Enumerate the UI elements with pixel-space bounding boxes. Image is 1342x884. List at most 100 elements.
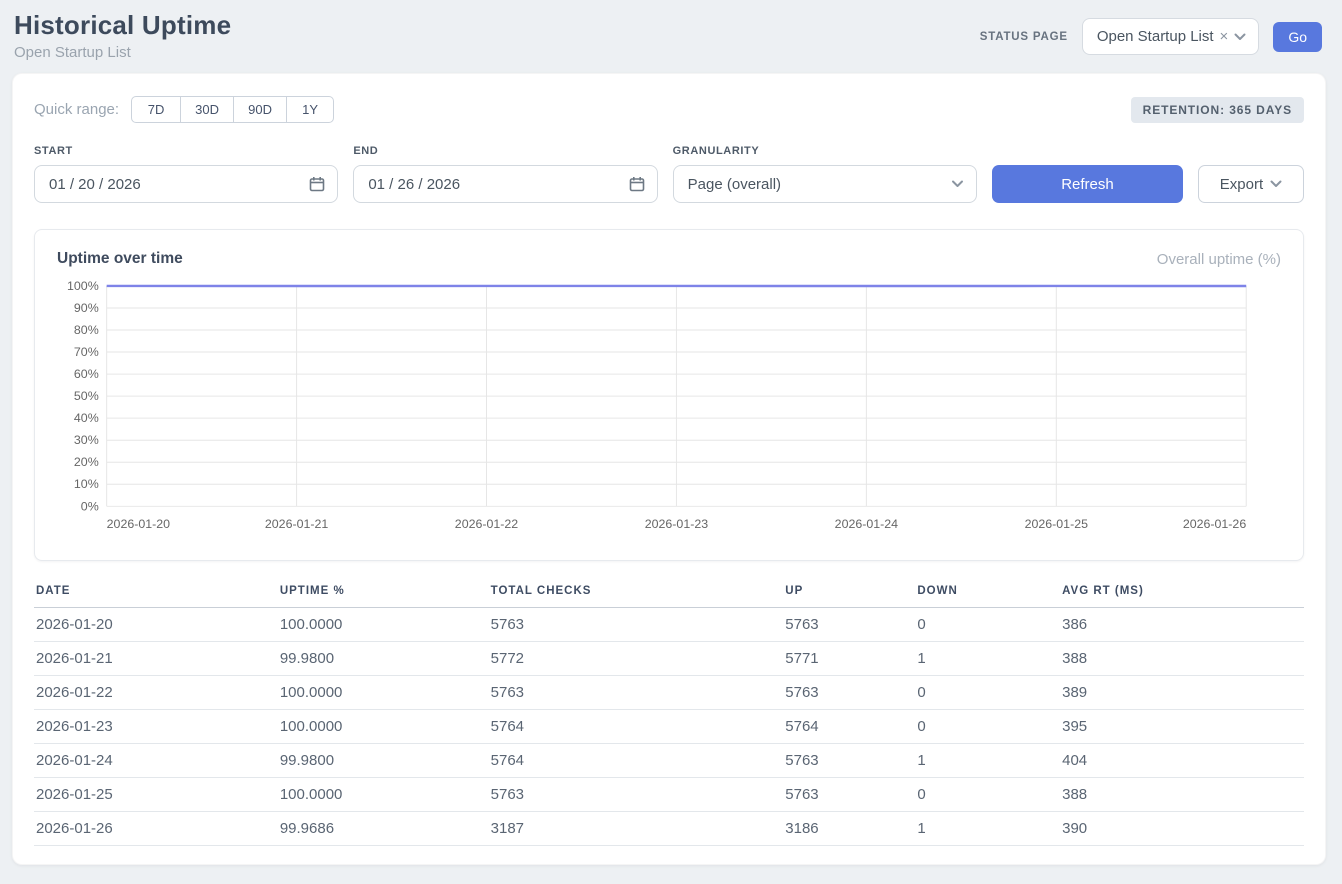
table-cell: 100.0000 [278, 710, 489, 744]
column-header: DATE [34, 585, 278, 608]
table-cell: 2026-01-20 [34, 608, 278, 642]
chevron-down-icon [951, 180, 964, 188]
y-tick-label: 20% [74, 455, 99, 469]
chevron-down-icon [1234, 33, 1246, 41]
y-tick-label: 40% [74, 411, 99, 425]
quick-range-1y[interactable]: 1Y [286, 96, 334, 123]
refresh-button[interactable]: Refresh [992, 165, 1183, 203]
table-cell: 100.0000 [278, 778, 489, 812]
top-bar: Historical Uptime Open Startup List STAT… [12, 10, 1326, 61]
chart-title: Uptime over time [57, 250, 183, 268]
y-tick-label: 70% [74, 345, 99, 359]
table-row: 2026-01-2699.9686318731861390 [34, 812, 1304, 846]
calendar-icon[interactable] [629, 176, 645, 192]
table-cell: 100.0000 [278, 608, 489, 642]
table-cell: 5763 [783, 744, 915, 778]
table-cell: 1 [915, 812, 1060, 846]
main-card: Quick range: 7D30D90D1Y RETENTION: 365 D… [12, 73, 1326, 865]
column-header: UP [783, 585, 915, 608]
start-date-value: 01 / 20 / 2026 [49, 176, 141, 193]
table-body: 2026-01-20100.00005763576303862026-01-21… [34, 608, 1304, 846]
status-page-select[interactable]: Open Startup List × [1082, 18, 1260, 55]
x-tick-label: 2026-01-25 [1025, 517, 1088, 531]
table-cell: 5763 [783, 676, 915, 710]
quick-range-row: Quick range: 7D30D90D1Y RETENTION: 365 D… [34, 96, 1304, 123]
chart-legend: Overall uptime (%) [1157, 251, 1281, 268]
chevron-down-icon [1270, 180, 1282, 188]
quick-range-30d[interactable]: 30D [180, 96, 234, 123]
quick-range-90d[interactable]: 90D [233, 96, 287, 123]
y-tick-label: 80% [74, 323, 99, 337]
table-cell: 1 [915, 744, 1060, 778]
column-header: DOWN [915, 585, 1060, 608]
export-button-label: Export [1220, 176, 1263, 193]
quick-range-label: Quick range: [34, 101, 119, 118]
table-cell: 0 [915, 710, 1060, 744]
table-cell: 5764 [489, 744, 784, 778]
y-tick-label: 50% [74, 389, 99, 403]
page-subtitle: Open Startup List [14, 44, 231, 61]
end-date-value: 01 / 26 / 2026 [368, 176, 460, 193]
table-cell: 5772 [489, 642, 784, 676]
table-cell: 1 [915, 642, 1060, 676]
table-cell: 388 [1060, 778, 1304, 812]
table-cell: 386 [1060, 608, 1304, 642]
table-row: 2026-01-2499.9800576457631404 [34, 744, 1304, 778]
quick-range-group: 7D30D90D1Y [131, 96, 334, 123]
uptime-chart-card: Uptime over time Overall uptime (%) 0%10… [34, 229, 1304, 561]
page-title: Historical Uptime [14, 10, 231, 41]
table-header-row: DATEUPTIME %TOTAL CHECKSUPDOWNAVG RT (MS… [34, 585, 1304, 608]
table-cell: 390 [1060, 812, 1304, 846]
table-cell: 5763 [783, 608, 915, 642]
table-cell: 404 [1060, 744, 1304, 778]
column-header: UPTIME % [278, 585, 489, 608]
table-row: 2026-01-2199.9800577257711388 [34, 642, 1304, 676]
granularity-select[interactable]: Page (overall) [673, 165, 977, 203]
status-page-label: STATUS PAGE [980, 31, 1068, 43]
column-header: AVG RT (MS) [1060, 585, 1304, 608]
table-cell: 5763 [489, 778, 784, 812]
table-cell: 5764 [489, 710, 784, 744]
y-tick-label: 100% [67, 279, 99, 293]
table-cell: 5771 [783, 642, 915, 676]
table-row: 2026-01-20100.0000576357630386 [34, 608, 1304, 642]
table-cell: 2026-01-21 [34, 642, 278, 676]
x-tick-label: 2026-01-20 [107, 517, 170, 531]
granularity-selected-value: Page (overall) [688, 176, 781, 193]
uptime-chart[interactable]: 0%10%20%30%40%50%60%70%80%90%100%2026-01… [57, 278, 1281, 546]
column-header: TOTAL CHECKS [489, 585, 784, 608]
granularity-label: GRANULARITY [673, 145, 977, 157]
table-cell: 395 [1060, 710, 1304, 744]
table-cell: 3187 [489, 812, 784, 846]
table-row: 2026-01-22100.0000576357630389 [34, 676, 1304, 710]
status-page-controls: STATUS PAGE Open Startup List × Go [980, 18, 1322, 55]
y-tick-label: 60% [74, 367, 99, 381]
table-cell: 2026-01-23 [34, 710, 278, 744]
quick-range-7d[interactable]: 7D [131, 96, 181, 123]
x-tick-label: 2026-01-24 [835, 517, 898, 531]
x-tick-label: 2026-01-23 [645, 517, 708, 531]
table-cell: 100.0000 [278, 676, 489, 710]
uptime-table: DATEUPTIME %TOTAL CHECKSUPDOWNAVG RT (MS… [34, 585, 1304, 846]
start-date-label: START [34, 145, 338, 157]
table-cell: 99.9800 [278, 642, 489, 676]
status-page-selected-value: Open Startup List [1097, 28, 1214, 45]
table-cell: 3186 [783, 812, 915, 846]
x-tick-label: 2026-01-22 [455, 517, 518, 531]
y-tick-label: 10% [74, 477, 99, 491]
export-button[interactable]: Export [1198, 165, 1304, 203]
table-cell: 99.9686 [278, 812, 489, 846]
go-button[interactable]: Go [1273, 22, 1322, 52]
table-cell: 0 [915, 676, 1060, 710]
end-date-input[interactable]: 01 / 26 / 2026 [353, 165, 657, 203]
table-cell: 99.9800 [278, 744, 489, 778]
start-date-input[interactable]: 01 / 20 / 2026 [34, 165, 338, 203]
filters-row: START 01 / 20 / 2026 END 01 / 26 / 2026 [34, 145, 1304, 203]
clear-selection-icon[interactable]: × [1220, 28, 1229, 45]
table-cell: 389 [1060, 676, 1304, 710]
table-cell: 5763 [489, 676, 784, 710]
table-cell: 2026-01-26 [34, 812, 278, 846]
page: Historical Uptime Open Startup List STAT… [0, 0, 1342, 877]
calendar-icon[interactable] [309, 176, 325, 192]
table-cell: 5763 [783, 778, 915, 812]
